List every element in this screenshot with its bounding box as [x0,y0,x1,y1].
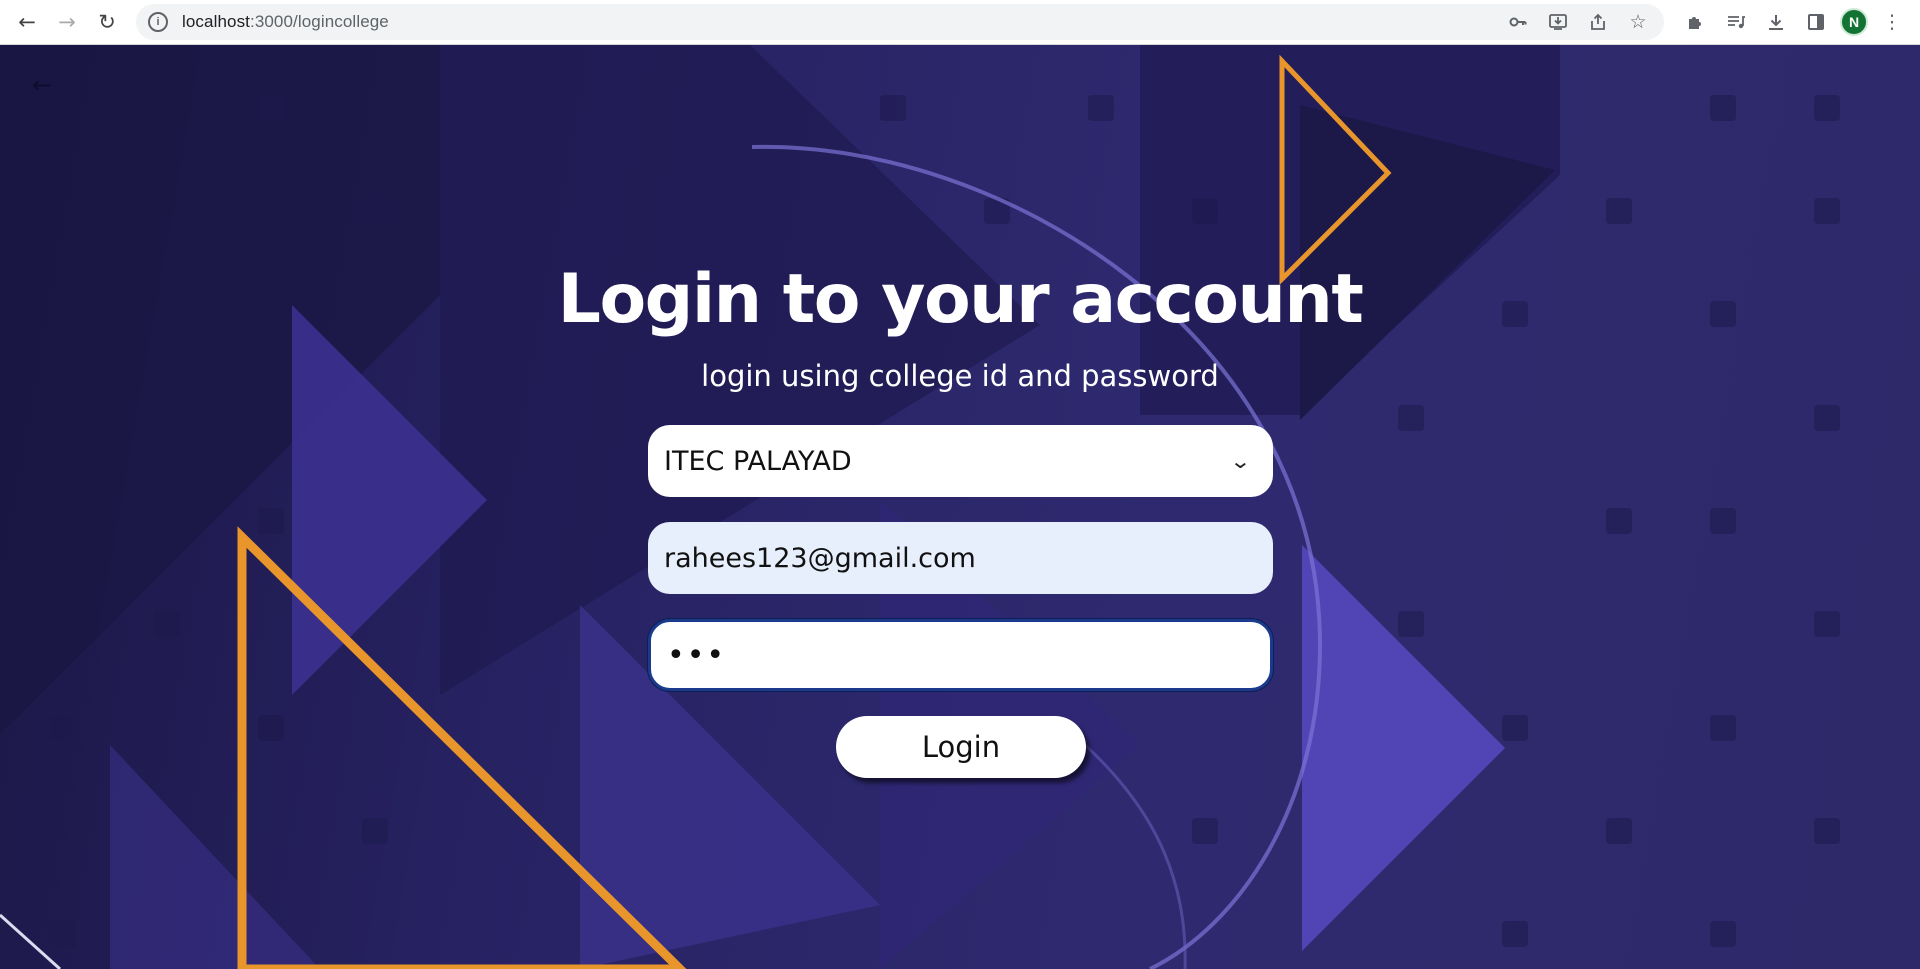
forward-arrow-icon[interactable]: → [50,5,84,39]
back-arrow-icon[interactable]: ← [10,5,44,39]
email-input[interactable]: rahees123@gmail.com [648,522,1273,594]
media-icon[interactable] [1720,6,1752,38]
background-decoration [0,45,1840,969]
profile-avatar[interactable]: N [1840,8,1868,36]
url-text[interactable]: localhost:3000/logincollege [182,12,389,32]
share-icon[interactable] [1582,6,1614,38]
key-icon[interactable] [1502,6,1534,38]
password-input[interactable]: ••• [648,619,1273,691]
extensions-icon[interactable] [1680,6,1712,38]
college-select-value: ITEC PALAYAD [664,445,852,477]
password-input-value: ••• [667,637,727,673]
star-icon[interactable]: ☆ [1622,6,1654,38]
side-panel-icon[interactable] [1800,6,1832,38]
install-icon[interactable] [1542,6,1574,38]
login-page: ← Login to your account login using coll… [0,45,1920,969]
address-bar[interactable]: i localhost:3000/logincollege ☆ [136,4,1664,40]
chevron-down-icon: ⌄ [1229,449,1252,473]
college-select[interactable]: ITEC PALAYAD ⌄ [648,425,1273,497]
download-icon[interactable] [1760,6,1792,38]
page-subtitle: login using college id and password [701,359,1219,393]
more-icon[interactable]: ⋮ [1876,6,1908,38]
email-input-value: rahees123@gmail.com [664,542,976,574]
url-host: localhost [182,12,250,31]
page-title: Login to your account [557,260,1364,339]
browser-toolbar: ← → ↻ i localhost:3000/logincollege ☆ N … [0,0,1920,45]
login-button[interactable]: Login [836,716,1086,778]
site-info-icon[interactable]: i [148,12,168,32]
url-path: :3000/logincollege [250,12,389,31]
reload-icon[interactable]: ↻ [90,5,124,39]
page-back-arrow-icon[interactable]: ← [26,69,58,101]
